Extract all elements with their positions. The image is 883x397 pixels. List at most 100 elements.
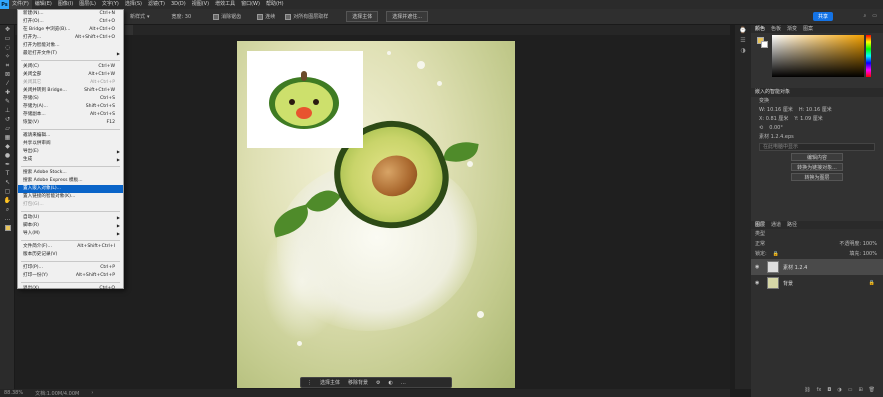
blur-tool-icon[interactable]: ◆ — [0, 142, 15, 151]
file-menu-item[interactable]: 最近打开文件(T) ▶ — [18, 50, 123, 58]
brush-tool-icon[interactable]: ✎ — [0, 97, 15, 106]
file-menu-item[interactable]: 存储(S) Ctrl+S — [18, 95, 123, 103]
visibility-eye-icon[interactable]: ◉ — [755, 264, 763, 270]
all-layers-checkbox[interactable]: 对所有图层取样 — [285, 13, 328, 20]
chevron-right-icon[interactable]: › — [91, 390, 93, 396]
magic-wand-tool-icon[interactable]: ✧ — [0, 52, 15, 61]
lock-icon[interactable]: 🔒 — [869, 280, 875, 286]
layer-row-background[interactable]: ◉ 背景 🔒 — [751, 275, 883, 291]
file-menu-item[interactable]: 打开为... Alt+Shift+Ctrl+O — [18, 34, 123, 42]
layer-row-smart-object[interactable]: ◉ 素材 1.2.4 — [751, 259, 883, 275]
background-color-swatch[interactable] — [761, 41, 768, 48]
properties-icon[interactable]: ☰ — [735, 35, 751, 45]
drag-handle-icon[interactable]: ⋮ — [307, 380, 312, 386]
search-icon[interactable]: ⌕ — [863, 13, 866, 19]
settings-icon[interactable]: ⚙ — [376, 380, 380, 386]
hand-tool-icon[interactable]: ✋ — [0, 196, 15, 205]
menu-edit[interactable]: 编辑(E) — [32, 0, 55, 9]
antialias-checkbox[interactable]: 消除锯齿 — [213, 13, 241, 20]
zoom-level[interactable]: 88.38% — [4, 390, 23, 396]
menu-layer[interactable]: 图层(L) — [76, 0, 99, 9]
path-selection-tool-icon[interactable]: ↖ — [0, 178, 15, 187]
y-value[interactable]: Y: 1.09 厘米 — [794, 115, 822, 124]
file-menu-item[interactable]: 置入链接的智能对象(K)... — [18, 193, 123, 201]
file-menu-item[interactable]: 搜索 Adobe Stock... — [18, 169, 123, 177]
tab-color[interactable]: 颜色 — [755, 25, 765, 33]
pen-tool-icon[interactable]: ✒ — [0, 160, 15, 169]
share-button[interactable]: 共享 — [812, 12, 833, 21]
fill-field[interactable]: 填充: 100% — [849, 249, 877, 259]
gradient-tool-icon[interactable]: ▦ — [0, 133, 15, 142]
move-tool-icon[interactable]: ✥ — [0, 25, 15, 34]
style-dropdown[interactable]: 新样式 ▾ — [130, 13, 150, 21]
width-field[interactable]: 宽度: 30 — [172, 13, 192, 20]
workspace-icon[interactable]: ▭ — [872, 13, 877, 19]
zoom-tool-icon[interactable]: ⌕ — [0, 205, 15, 214]
remove-background-button[interactable]: 移除背景 — [348, 379, 368, 386]
dodge-tool-icon[interactable]: ● — [0, 151, 15, 160]
new-layer-icon[interactable]: ⊞ — [858, 387, 862, 395]
file-menu-item[interactable]: 置入嵌入对象(L)... — [18, 185, 123, 193]
file-menu-item[interactable]: 打印一份(Y) Alt+Shift+Ctrl+P — [18, 272, 123, 280]
blend-mode-dropdown[interactable]: 正常 — [755, 239, 765, 249]
contiguous-checkbox[interactable]: 连续 — [257, 13, 275, 20]
tab-patterns[interactable]: 图案 — [803, 25, 813, 33]
crop-tool-icon[interactable]: ⌗ — [0, 61, 15, 70]
file-menu-item[interactable]: 文件简介(F)... Alt+Shift+Ctrl+I — [18, 243, 123, 251]
file-menu-item[interactable]: 存储为(A)... Shift+Ctrl+S — [18, 103, 123, 111]
color-swatches-icon[interactable] — [0, 223, 15, 232]
opacity-field[interactable]: 不透明度: 100% — [839, 239, 877, 249]
menu-select[interactable]: 选择(S) — [122, 0, 145, 9]
lock-icon[interactable]: 🔒 — [773, 249, 779, 259]
select-and-mask-button[interactable]: 选择并遮住... — [386, 11, 429, 22]
file-menu-item[interactable]: 自动(U) ▶ — [18, 214, 123, 222]
file-menu-item[interactable]: 共享以供审阅 — [18, 140, 123, 148]
artboard-image[interactable] — [237, 41, 515, 388]
x-value[interactable]: X: 0.81 厘米 — [759, 115, 788, 124]
fx-icon[interactable]: fx — [817, 387, 822, 395]
color-field[interactable] — [772, 35, 864, 77]
file-menu-item[interactable]: 导入(M) ▶ — [18, 230, 123, 238]
tab-paths[interactable]: 路径 — [787, 221, 797, 229]
menu-filter[interactable]: 滤镜(T) — [145, 0, 168, 9]
file-menu-item[interactable]: 生成 ▶ — [18, 156, 123, 164]
history-icon[interactable]: ⌚ — [735, 25, 751, 35]
type-tool-icon[interactable]: T — [0, 169, 15, 178]
file-menu-item[interactable]: 在 Bridge 中浏览(B)... Alt+Ctrl+O — [18, 26, 123, 34]
file-menu-item[interactable]: 关闭(C) Ctrl+W — [18, 63, 123, 71]
rectangle-tool-icon[interactable]: ▢ — [0, 187, 15, 196]
document-tab[interactable] — [125, 25, 133, 35]
file-menu-item[interactable]: 打开(O)... Ctrl+O — [18, 18, 123, 26]
menu-file[interactable]: 文件(F) — [9, 0, 32, 9]
hue-slider[interactable] — [866, 35, 871, 77]
trash-icon[interactable]: 🗑 — [869, 387, 875, 395]
menu-3d[interactable]: 3D(D) — [168, 0, 189, 9]
history-brush-tool-icon[interactable]: ↺ — [0, 115, 15, 124]
file-menu-item[interactable]: 邀请来编辑... — [18, 132, 123, 140]
tab-gradients[interactable]: 渐变 — [787, 25, 797, 33]
eyedropper-tool-icon[interactable]: ⁄ — [0, 79, 15, 88]
artboard-tool-icon[interactable]: ▭ — [0, 34, 15, 43]
file-menu-item[interactable]: 脚本(R) ▶ — [18, 222, 123, 230]
convert-to-layers-button[interactable]: 转换为图层 — [791, 173, 843, 181]
frame-tool-icon[interactable]: ⊠ — [0, 70, 15, 79]
file-menu-item[interactable]: 版本历史记录(V) — [18, 251, 123, 259]
select-subject-button[interactable]: 选择主体 — [346, 11, 379, 22]
link-icon[interactable]: ⛓ — [804, 387, 810, 395]
angle-value[interactable]: 0.00° — [769, 124, 783, 133]
file-menu-item[interactable]: 恢复(V) F12 — [18, 119, 123, 127]
folder-icon[interactable]: ▭ — [848, 387, 853, 395]
file-menu-item[interactable]: 打开为智能对象... — [18, 42, 123, 50]
convert-to-linked-button[interactable]: 转换为链接对象... — [791, 163, 843, 171]
lasso-tool-icon[interactable]: ◌ — [0, 43, 15, 52]
file-menu-item[interactable]: 新建(N)... Ctrl+N — [18, 10, 123, 18]
edit-contents-button[interactable]: 编辑内容 — [791, 153, 843, 161]
file-menu-item[interactable]: 关闭并转到 Bridge... Shift+Ctrl+W — [18, 87, 123, 95]
more-icon[interactable]: … — [401, 380, 406, 386]
adjustment-layer-icon[interactable]: ◑ — [837, 387, 841, 395]
eraser-tool-icon[interactable]: ▱ — [0, 124, 15, 133]
file-menu-item[interactable]: 关闭全部 Alt+Ctrl+W — [18, 71, 123, 79]
placed-smart-object[interactable] — [247, 51, 363, 148]
mask-icon[interactable]: ◘ — [827, 387, 831, 395]
tab-layers[interactable]: 图层 — [755, 221, 765, 229]
